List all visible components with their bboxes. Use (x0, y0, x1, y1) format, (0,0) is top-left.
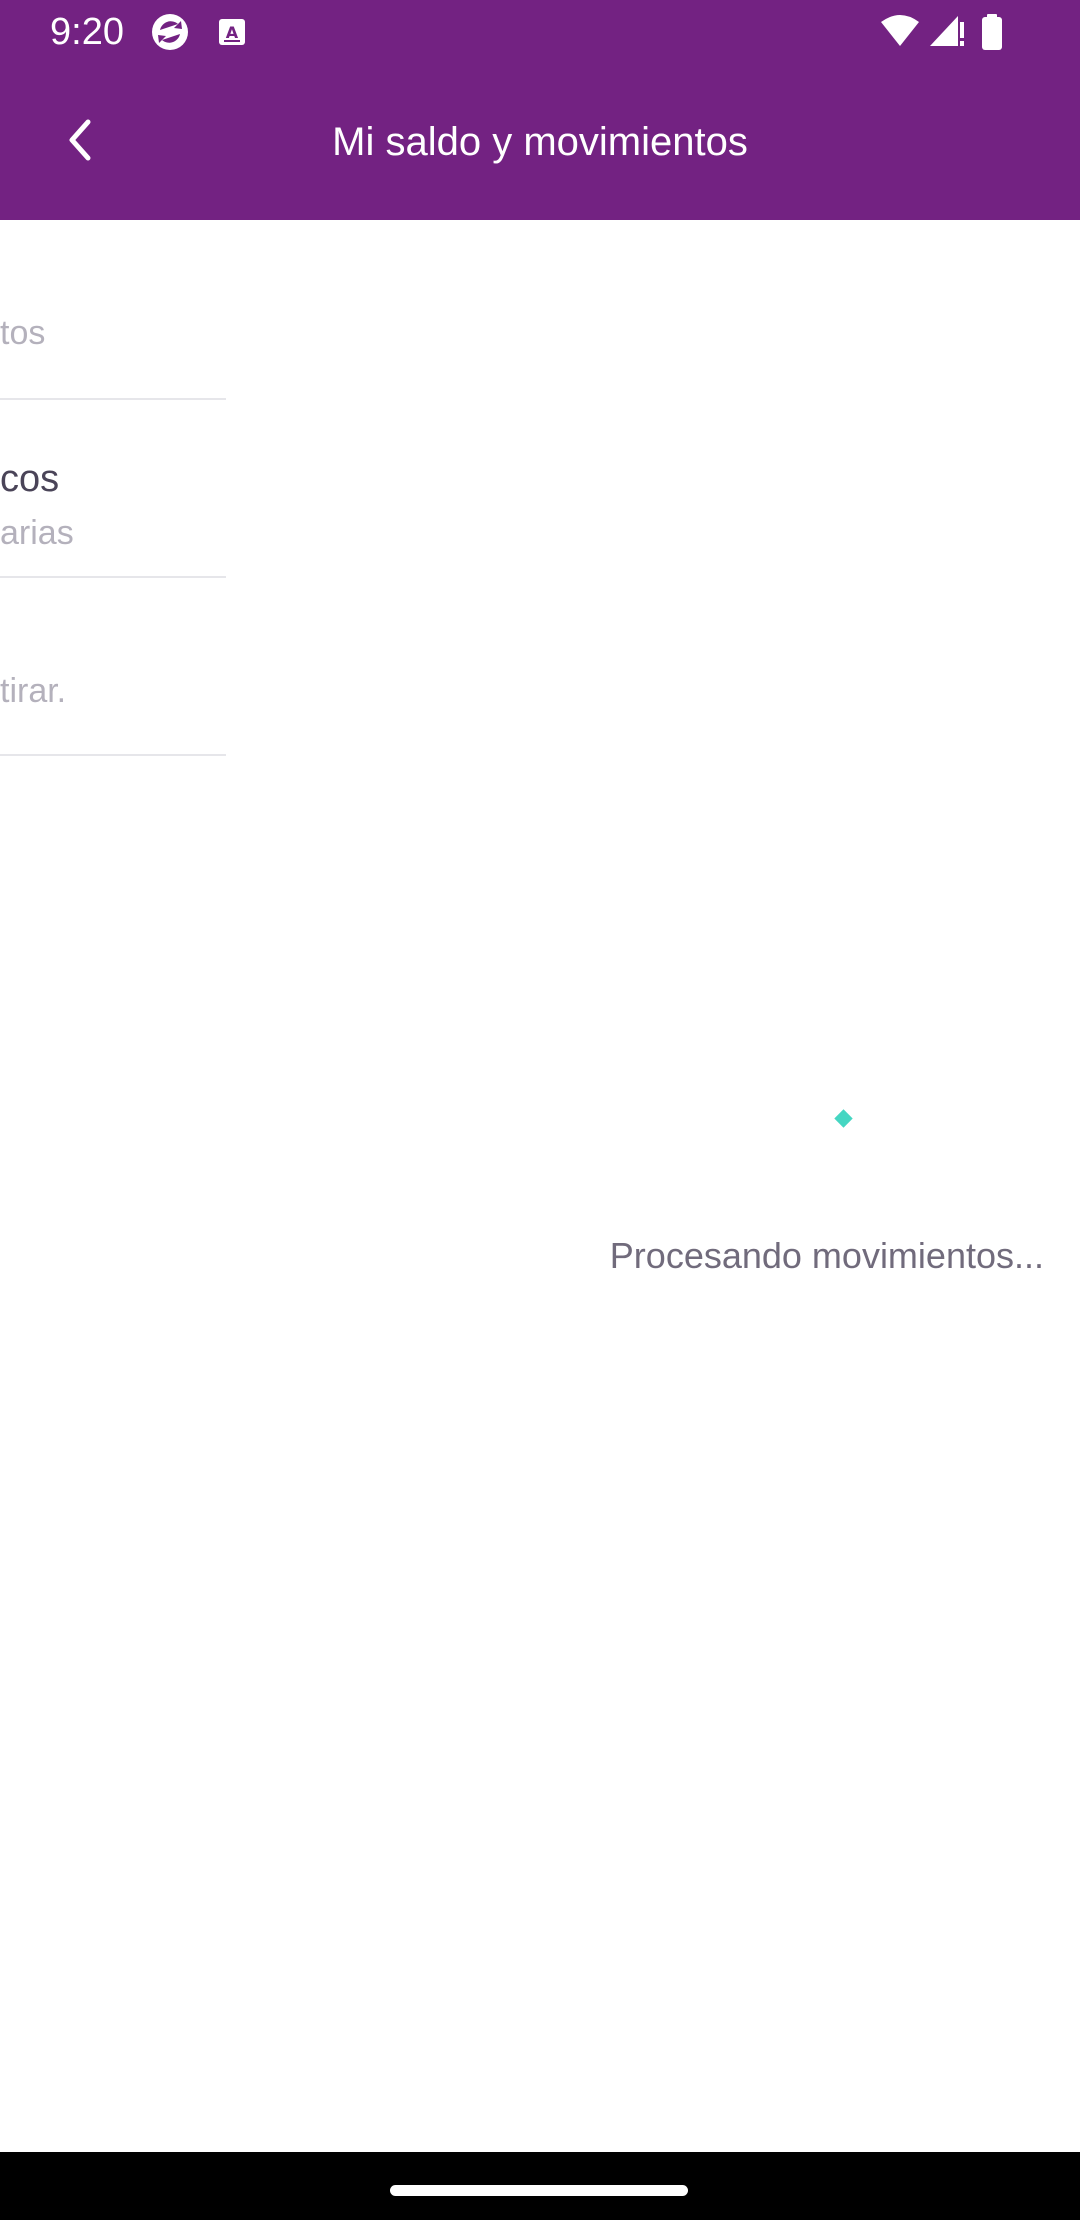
loading-spinner (834, 1109, 853, 1128)
battery-icon (980, 14, 1004, 55)
status-time: 9:20 (50, 11, 124, 53)
loading-message: Procesando movimientos... (609, 1235, 1044, 1276)
list-item-subtitle: tos (0, 314, 46, 352)
back-button[interactable] (40, 102, 120, 182)
home-gesture-handle[interactable] (390, 2185, 688, 2196)
status-bar: 9:20 A (0, 0, 1080, 64)
sliding-menu-list: tos cos arias tirar. (0, 220, 226, 756)
sync-app-icon (148, 10, 192, 59)
list-item-subtitle: arias (0, 514, 74, 552)
page-title: Mi saldo y movimientos (332, 120, 748, 164)
navigation-bar (0, 2152, 1080, 2220)
svg-text:A: A (226, 23, 239, 42)
list-item[interactable]: tos (0, 220, 226, 400)
list-item-subtitle: tirar. (0, 672, 67, 710)
chevron-left-icon (60, 116, 100, 169)
cell-signal-icon (928, 14, 966, 53)
text-a-icon: A (218, 18, 246, 51)
list-item-title: cos (0, 458, 60, 500)
wifi-icon (880, 14, 920, 53)
app-bar: Mi saldo y movimientos (0, 64, 1080, 220)
list-item[interactable]: tirar. (0, 576, 226, 756)
screen: 9:20 A Mi saldo y movimientos tos cos ar… (0, 0, 1080, 2220)
list-item[interactable]: cos arias (0, 398, 226, 578)
